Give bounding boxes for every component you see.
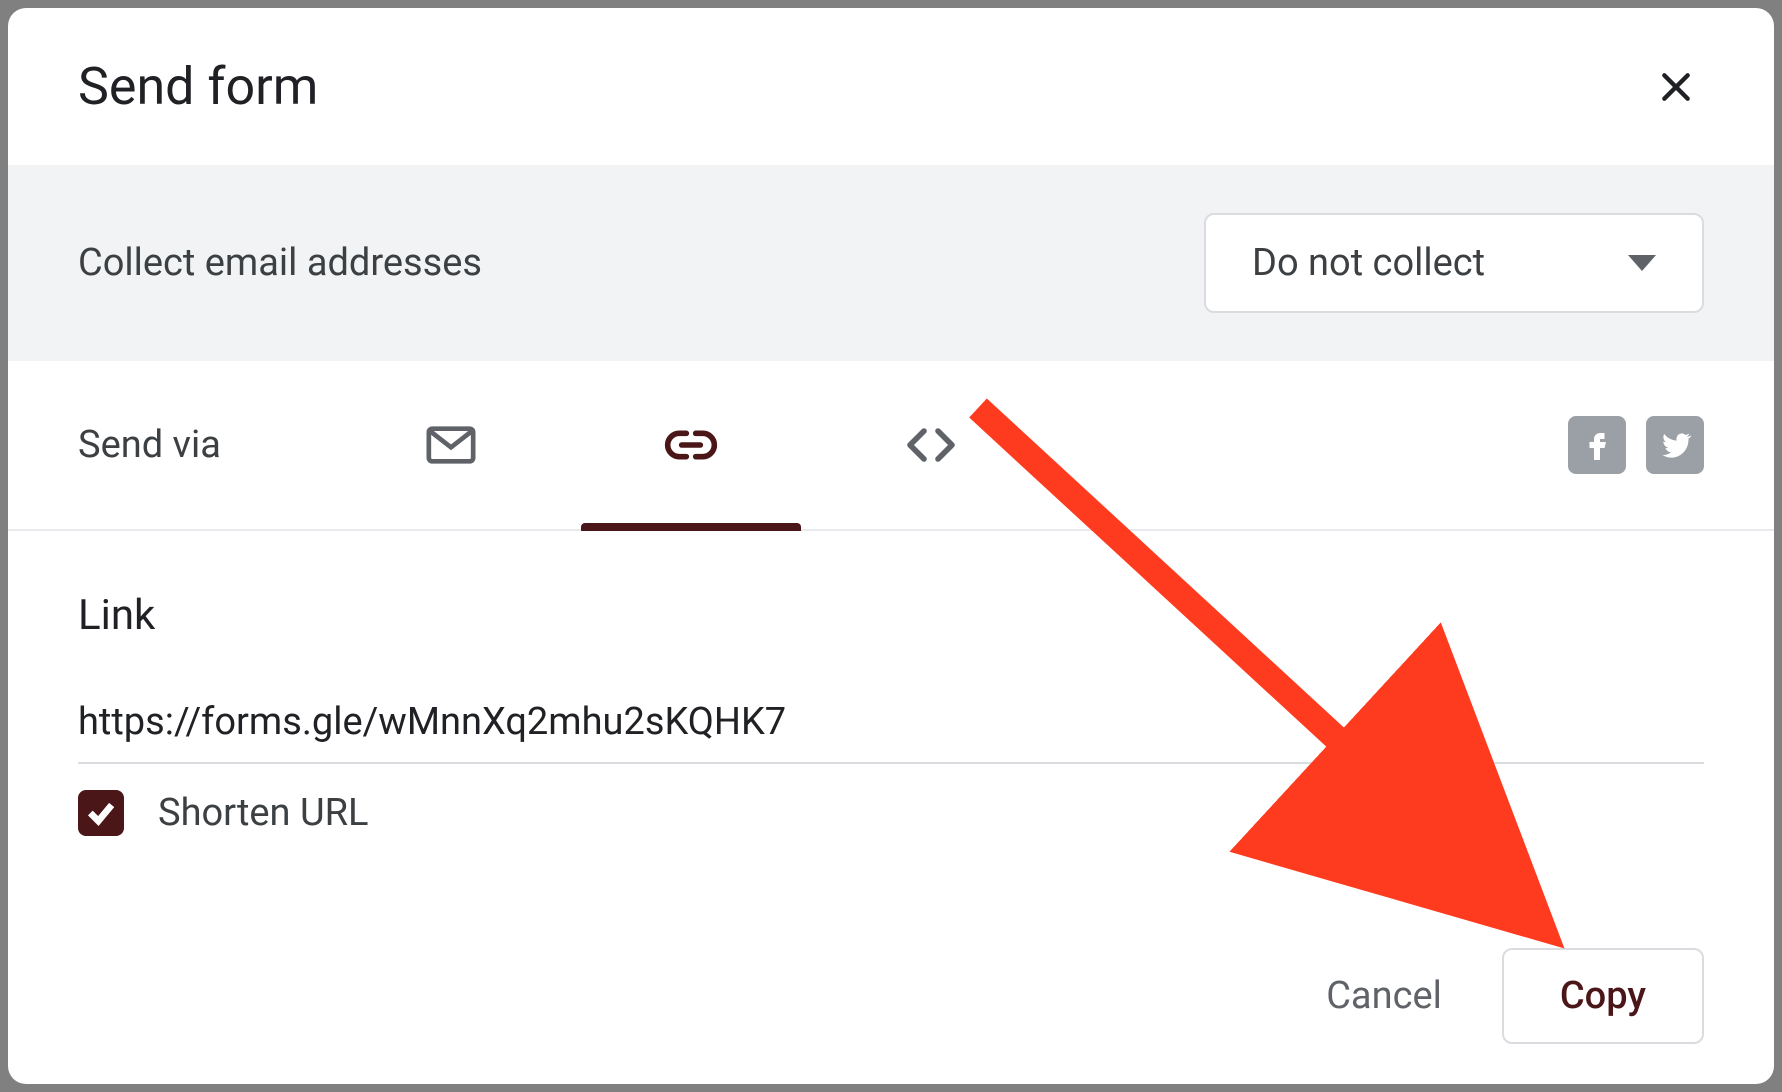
send-via-tabs [331, 361, 1051, 529]
shorten-url-label: Shorten URL [158, 791, 368, 835]
twitter-icon [1657, 427, 1693, 463]
cancel-button[interactable]: Cancel [1316, 954, 1452, 1038]
close-icon [1656, 67, 1696, 107]
collect-email-selected-value: Do not collect [1252, 241, 1485, 285]
collect-email-row: Collect email addresses Do not collect [8, 165, 1774, 361]
shorten-url-checkbox[interactable] [78, 790, 124, 836]
shorten-url-row: Shorten URL [78, 790, 1704, 836]
tab-email[interactable] [331, 361, 571, 529]
tab-link[interactable] [571, 361, 811, 529]
social-share [1568, 416, 1704, 474]
dialog-footer: Cancel Copy [1316, 948, 1704, 1044]
facebook-icon [1579, 427, 1615, 463]
email-icon [423, 417, 479, 473]
caret-down-icon [1628, 255, 1656, 271]
send-via-row: Send via [8, 361, 1774, 531]
send-form-dialog: Send form Collect email addresses Do not… [8, 8, 1774, 1084]
link-section: Link https://forms.gle/wMnnXq2mhu2sKQHK7… [8, 531, 1774, 836]
tab-embed[interactable] [811, 361, 1051, 529]
embed-code-icon [903, 417, 959, 473]
collect-email-select[interactable]: Do not collect [1204, 213, 1704, 313]
collect-email-label: Collect email addresses [78, 241, 482, 285]
link-heading: Link [78, 591, 1704, 640]
link-icon [663, 417, 719, 473]
dialog-title: Send form [78, 56, 318, 117]
checkmark-icon [85, 797, 117, 829]
close-button[interactable] [1648, 59, 1704, 115]
link-url-field[interactable]: https://forms.gle/wMnnXq2mhu2sKQHK7 [78, 700, 1704, 764]
share-facebook-button[interactable] [1568, 416, 1626, 474]
dialog-header: Send form [8, 8, 1774, 165]
send-via-label: Send via [78, 423, 221, 467]
copy-button[interactable]: Copy [1502, 948, 1704, 1044]
share-twitter-button[interactable] [1646, 416, 1704, 474]
